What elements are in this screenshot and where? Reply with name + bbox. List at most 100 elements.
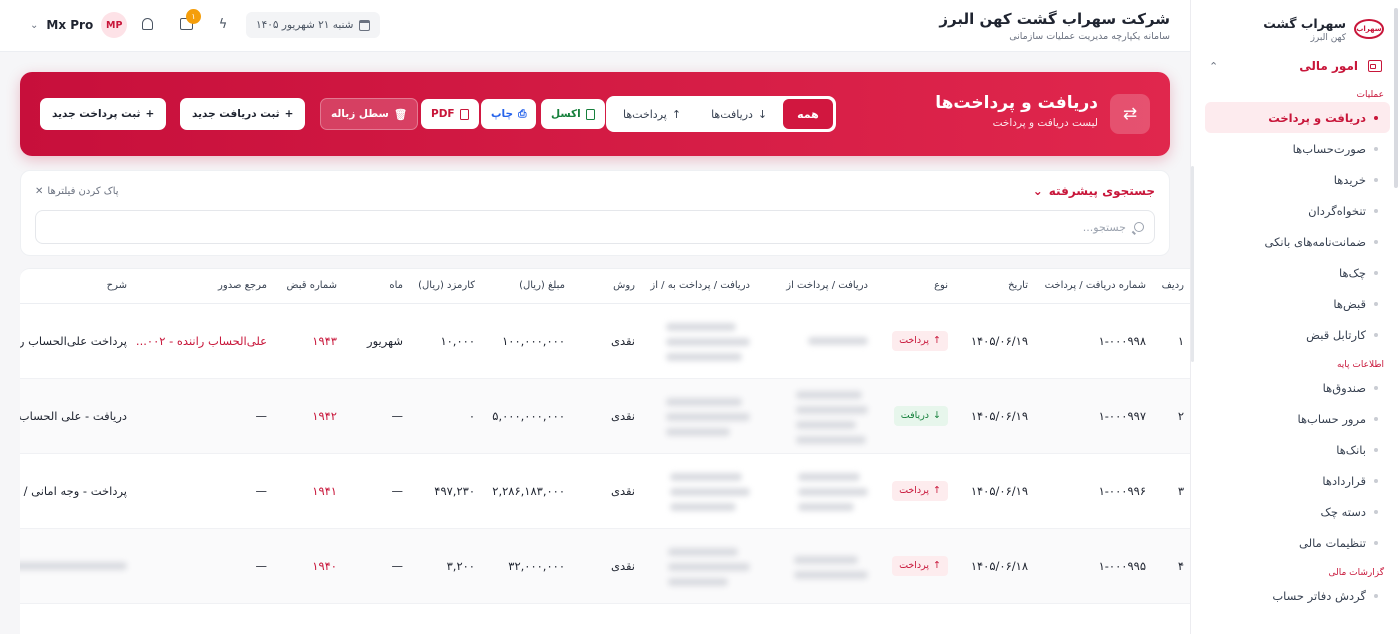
bullet-icon: [1374, 115, 1378, 120]
new-receipt-button[interactable]: + ثبت دریافت جدید: [180, 98, 306, 130]
sidebar-item-purchases[interactable]: خریدها: [1205, 164, 1390, 195]
col-header-from[interactable]: دریافت / پرداخت از: [756, 269, 874, 304]
col-header-method[interactable]: روش: [571, 269, 641, 304]
redacted-text: [808, 336, 868, 345]
sidebar-item-invoices[interactable]: صورت‌حساب‌ها: [1205, 133, 1390, 164]
clear-filters-button[interactable]: پاک کردن فیلترها ✕: [35, 186, 119, 197]
col-header-date[interactable]: تاریخ: [954, 269, 1034, 304]
sidebar-item-petty-cash[interactable]: تنخواه‌گردان: [1205, 195, 1390, 226]
sidebar-item-banks[interactable]: بانک‌ها: [1205, 434, 1390, 465]
bolt-icon[interactable]: ϟ: [214, 15, 232, 33]
chevron-down-icon: ⌄: [1032, 184, 1043, 198]
bell-button[interactable]: [138, 15, 156, 33]
sidebar: سهراب سهراب گشت کهن البرز امور مالی ⌃ عم…: [1190, 0, 1400, 634]
col-header-type[interactable]: نوع: [874, 269, 954, 304]
sidebar-item-chequebooks[interactable]: دسته چک: [1205, 496, 1390, 527]
table-row[interactable]: ۳ ۱-۰۰۰۹۹۶ ۱۴۰۵/۰۶/۱۹ ↑ پرداخت نقدی ۲,۲۸۶…: [20, 453, 1190, 529]
new-payment-button[interactable]: + ثبت پرداخت جدید: [40, 98, 167, 130]
table-row[interactable]: ۱ ۱-۰۰۰۹۹۸ ۱۴۰۵/۰۶/۱۹ ↑ پرداخت نقدی ۱۰۰,۰…: [20, 303, 1190, 379]
cell-amount: ۱۰۰,۰۰۰,۰۰۰: [481, 303, 571, 379]
trash-button[interactable]: 🗑 سطل زباله: [320, 98, 419, 130]
bullet-icon: [1374, 478, 1378, 483]
bullet-icon: [1374, 208, 1378, 213]
type-badge-payment: ↑ پرداخت: [892, 330, 948, 351]
sidebar-section-finance[interactable]: امور مالی ⌃: [1203, 52, 1388, 80]
cell-issuer[interactable]: علی‌الحساب راننده - ۰۰۲...: [133, 303, 273, 379]
col-header-receipt-no[interactable]: شماره قبض: [273, 269, 343, 304]
sidebar-item-bank-guarantees[interactable]: ضمانت‌نامه‌های بانکی: [1205, 226, 1390, 257]
sidebar-item-receipts-payments[interactable]: دریافت و پرداخت: [1205, 102, 1390, 133]
sidebar-item-bills[interactable]: قبض‌ها: [1205, 288, 1390, 319]
cell-month: —: [343, 528, 409, 604]
excel-file-icon: [585, 108, 595, 120]
table-row[interactable]: ۴ ۱-۰۰۰۹۹۵ ۱۴۰۵/۰۶/۱۸ ↑ پرداخت نقدی ۳۲,۰۰…: [20, 528, 1190, 604]
cell-to-redacted: [641, 453, 756, 529]
cell-receipt-no[interactable]: ۱۹۴۳: [273, 303, 343, 379]
col-header-description[interactable]: شرح: [20, 269, 133, 304]
cell-type: ↑ پرداخت: [874, 453, 954, 529]
sidebar-item-contracts[interactable]: قراردادها: [1205, 465, 1390, 496]
filter-all-button[interactable]: همه: [783, 99, 833, 129]
user-menu[interactable]: ⌄ Mx Pro MP: [30, 12, 128, 38]
search-input[interactable]: [46, 220, 1126, 234]
inbox-button[interactable]: ۱: [177, 9, 201, 33]
date-display[interactable]: شنبه ۲۱ شهریور ۱۴۰۵: [246, 12, 381, 38]
sidebar-item-cheques[interactable]: چک‌ها: [1205, 257, 1390, 288]
page-hero: ⇄ دریافت و پرداخت‌ها لیست دریافت و پرداخ…: [20, 72, 1170, 156]
sidebar-scrollbar[interactable]: [1191, 166, 1194, 362]
bullet-icon: [1374, 301, 1378, 306]
cell-number: ۱-۰۰۰۹۹۵: [1034, 528, 1152, 604]
bullet-icon: [1374, 509, 1378, 514]
notification-badge: ۱: [186, 9, 201, 24]
sidebar-item-bill-inbox[interactable]: کارتابل قبض: [1205, 319, 1390, 350]
search-box[interactable]: [35, 210, 1155, 244]
filter-payments-button[interactable]: ↑ پرداخت‌ها: [609, 99, 695, 129]
col-header-month[interactable]: ماه: [343, 269, 409, 304]
cell-receipt-no[interactable]: ۱۹۴۰: [273, 528, 343, 604]
cell-fee: ۳,۲۰۰: [409, 528, 481, 604]
bell-icon: [141, 18, 153, 30]
bullet-icon: [1374, 270, 1378, 275]
cell-type: ↓ دریافت: [874, 378, 954, 454]
type-badge-payment: ↑ پرداخت: [892, 555, 948, 576]
brand-subtitle: کهن البرز: [1310, 32, 1346, 43]
export-excel-button[interactable]: اکسل: [541, 99, 605, 129]
brand[interactable]: سهراب سهراب گشت کهن البرز: [1191, 0, 1400, 46]
col-header-amount[interactable]: مبلغ (ریال): [481, 269, 571, 304]
cell-number: ۱-۰۰۰۹۹۸: [1034, 303, 1152, 379]
export-pdf-button[interactable]: PDF: [421, 99, 479, 129]
arrow-up-icon: ↑: [933, 335, 941, 346]
brand-logo: سهراب: [1354, 19, 1384, 39]
sidebar-item-cash-boxes[interactable]: صندوق‌ها: [1205, 372, 1390, 403]
cell-date: ۱۴۰۵/۰۶/۱۸: [954, 528, 1034, 604]
cell-method: نقدی: [571, 378, 641, 454]
sidebar-item-finance-settings[interactable]: تنظیمات مالی: [1205, 527, 1390, 558]
bullet-icon: [1374, 447, 1378, 452]
cell-receipt-no[interactable]: ۱۹۴۲: [273, 378, 343, 454]
cell-number: ۱-۰۰۰۹۹۶: [1034, 453, 1152, 529]
search-card: جستجوی پیشرفته ⌄ پاک کردن فیلترها ✕: [20, 170, 1170, 256]
sidebar-item-ledger-turnover[interactable]: گردش دفاتر حساب: [1205, 580, 1390, 611]
col-header-issuer[interactable]: مرجع صدور: [133, 269, 273, 304]
col-header-number[interactable]: شماره دریافت / پرداخت: [1034, 269, 1152, 304]
avatar: MP: [101, 12, 128, 38]
date-text: شنبه ۲۱ شهریور ۱۴۰۵: [256, 19, 354, 31]
cell-date: ۱۴۰۵/۰۶/۱۹: [954, 453, 1034, 529]
company-subtitle: سامانه یکپارچه مدیریت عملیات سازمانی: [1009, 31, 1170, 42]
sidebar-item-accounts-review[interactable]: مرور حساب‌ها: [1205, 403, 1390, 434]
cell-method: نقدی: [571, 303, 641, 379]
chevron-up-icon[interactable]: ⌃: [1209, 60, 1218, 73]
col-header-row-no[interactable]: ردیف: [1152, 269, 1190, 304]
pdf-file-icon: [459, 108, 469, 120]
filter-receipts-button[interactable]: ↓ دریافت‌ها: [697, 99, 781, 129]
advanced-search-toggle[interactable]: جستجوی پیشرفته ⌄: [1033, 184, 1155, 198]
table-row[interactable]: ۲ ۱-۰۰۰۹۹۷ ۱۴۰۵/۰۶/۱۹ ↓ دریافت نقدی ۵,۰۰۰…: [20, 378, 1190, 454]
page-scrollbar[interactable]: [1394, 8, 1398, 188]
company-name: شرکت سهراب گشت کهن البرز: [939, 10, 1170, 28]
cell-fee: ۱۰,۰۰۰: [409, 303, 481, 379]
type-badge-payment: ↑ پرداخت: [892, 480, 948, 501]
cell-receipt-no[interactable]: ۱۹۴۱: [273, 453, 343, 529]
print-button[interactable]: ⎙ چاپ: [481, 99, 537, 129]
col-header-fee[interactable]: کارمزد (ریال): [409, 269, 481, 304]
col-header-to[interactable]: دریافت / پرداخت به / از: [641, 269, 756, 304]
